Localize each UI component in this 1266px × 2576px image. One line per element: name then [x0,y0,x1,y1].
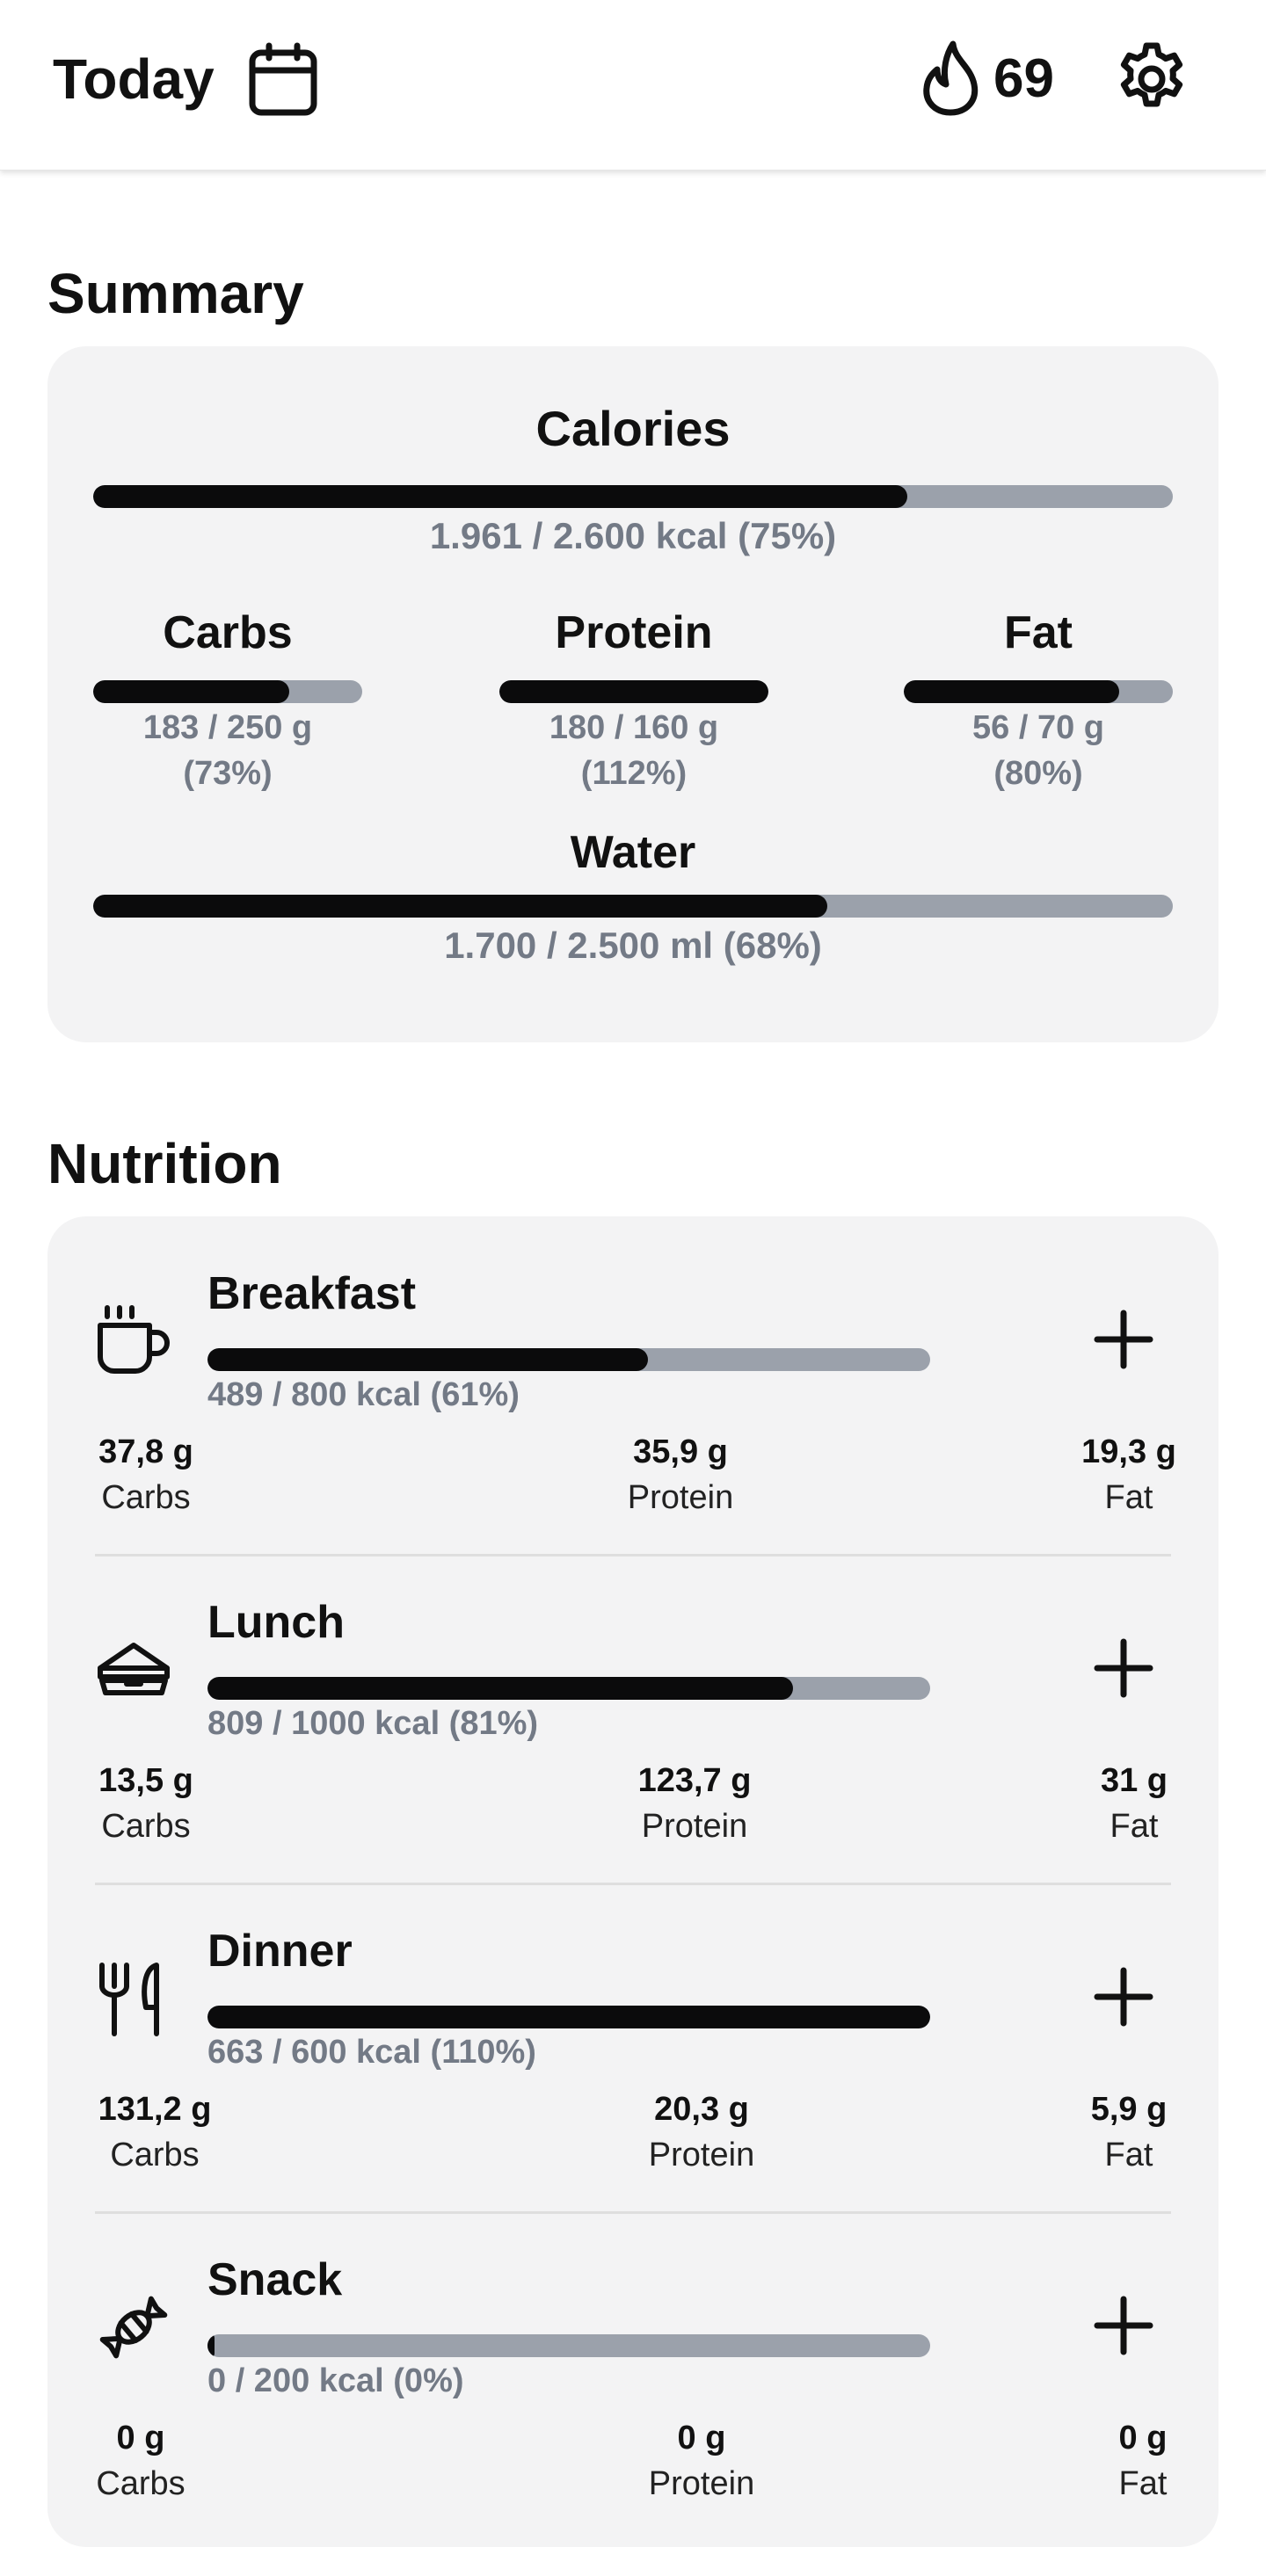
page-title: Today [53,47,215,111]
fat-caption: Fat [1118,2465,1168,2502]
carbs-caption: Carbs [101,1479,191,1516]
nutrition-title: Nutrition [47,1132,282,1195]
meal-carbs: 131,2 g Carbs [93,2086,216,2178]
meal-kcal: 663 / 600 kcal (110%) [207,2034,536,2071]
protein-caption: Protein [627,1479,734,1516]
fat-progress-bar [904,680,1173,703]
meal-progress-fill [207,1348,649,1371]
meal-protein: 35,9 g Protein [575,1429,786,1520]
meal-progress-fill [207,2334,215,2357]
fat-label: Fat [1004,607,1073,658]
add-breakfast-button[interactable] [1081,1297,1166,1382]
meal-progress-fill [207,1677,793,1700]
fat-amount: 0 g [1118,2420,1168,2456]
fat-amount: 19,3 g [1081,1433,1176,1470]
meal-name: Dinner [207,1926,353,1977]
summary-card: Calories 1.961 / 2.600 kcal (75%) Carbs … [47,346,1219,1042]
calories-progress-fill [93,485,907,508]
fat-caption: Fat [1110,1808,1159,1845]
meal-progress-bar [207,1677,930,1700]
streak-count: 69 [993,48,1054,109]
meal-row-breakfast: Breakfast 489 / 800 kcal (61%) 37,8 g Ca… [47,1216,1219,1545]
meal-kcal: 809 / 1000 kcal (81%) [207,1705,539,1742]
carbs-caption: Carbs [110,2137,200,2173]
carbs-caption: Carbs [96,2465,186,2502]
gear-icon[interactable] [1115,42,1189,116]
calories-progress-bar [93,485,1173,508]
protein-amount: 20,3 g [654,2091,749,2128]
meal-row-snack: Snack 0 / 200 kcal (0%) 0 g Carbs 0 g Pr… [47,2202,1219,2531]
water-progress-bar [93,895,1173,918]
add-snack-button[interactable] [1081,2283,1166,2368]
protein-amount: 35,9 g [633,1433,728,1470]
protein-progress-fill [499,680,768,703]
water-progress-fill [93,895,828,918]
meal-fat: 19,3 g Fat [1067,1429,1190,1520]
meal-carbs: 13,5 g Carbs [93,1758,199,1849]
carbs-label: Carbs [163,607,293,658]
meal-row-dinner: Dinner 663 / 600 kcal (110%) 131,2 g Car… [47,1874,1219,2202]
meal-kcal: 489 / 800 kcal (61%) [207,1376,520,1413]
calories-label: Calories [535,401,731,456]
protein-label: Protein [555,607,713,658]
protein-progress-bar [499,680,768,703]
protein-amount: 123,7 g [637,1762,752,1799]
meal-name: Lunch [207,1597,345,1648]
fat-amount: 31 g [1100,1762,1168,1799]
protein-percent: (112%) [580,755,688,792]
meal-fat: 5,9 g Fat [1076,2086,1182,2178]
carbs-amount: 131,2 g [98,2091,212,2128]
carbs-caption: Carbs [101,1808,191,1845]
add-lunch-button[interactable] [1081,1626,1166,1710]
fat-amount: 5,9 g [1090,2091,1168,2128]
carbs-progress-bar [93,680,362,703]
calendar-icon[interactable] [248,42,318,116]
coffee-cup-icon [98,1305,170,1374]
add-dinner-button[interactable] [1081,1955,1166,2039]
summary-title: Summary [47,262,304,325]
water-value: 1.700 / 2.500 ml (68%) [444,925,822,966]
meal-fat: 31 g Fat [1090,1758,1178,1849]
water-label: Water [570,827,696,878]
meal-protein: 20,3 g Protein [596,2086,807,2178]
carbs-amount: 37,8 g [98,1433,193,1470]
carbs-percent: (73%) [183,755,273,792]
meal-fat: 0 g Fat [1099,2415,1187,2507]
protein-caption: Protein [648,2465,755,2502]
protein-amount: 0 g [677,2420,726,2456]
protein-value: 180 / 160 g [549,709,719,746]
meal-progress-bar [207,2334,930,2357]
flame-icon [923,40,979,116]
candy-icon [99,2296,168,2359]
meal-name: Snack [207,2254,343,2305]
meal-row-lunch: Lunch 809 / 1000 kcal (81%) 13,5 g Carbs… [47,1545,1219,1874]
meal-protein: 0 g Protein [596,2415,807,2507]
meal-progress-bar [207,2006,930,2028]
carbs-progress-fill [93,680,290,703]
app-header: Today 69 [0,0,1266,171]
cutlery-icon [99,1963,159,2036]
fat-caption: Fat [1104,1479,1153,1516]
carbs-amount: 0 g [116,2420,165,2456]
meal-progress-fill [207,2006,930,2028]
sandwich-icon [98,1643,170,1695]
meal-progress-bar [207,1348,930,1371]
meal-protein: 123,7 g Protein [589,1758,800,1849]
protein-caption: Protein [648,2137,755,2173]
protein-caption: Protein [641,1808,748,1845]
meal-carbs: 0 g Carbs [88,2415,193,2507]
fat-value: 56 / 70 g [972,709,1104,746]
meal-kcal: 0 / 200 kcal (0%) [207,2362,464,2399]
nutrition-card: Breakfast 489 / 800 kcal (61%) 37,8 g Ca… [47,1216,1219,2547]
fat-percent: (80%) [993,755,1083,792]
meal-name: Breakfast [207,1268,417,1319]
calories-value: 1.961 / 2.600 kcal (75%) [429,515,837,556]
carbs-amount: 13,5 g [98,1762,193,1799]
meal-carbs: 37,8 g Carbs [93,1429,199,1520]
fat-progress-fill [904,680,1119,703]
carbs-value: 183 / 250 g [142,709,313,746]
fat-caption: Fat [1104,2137,1153,2173]
